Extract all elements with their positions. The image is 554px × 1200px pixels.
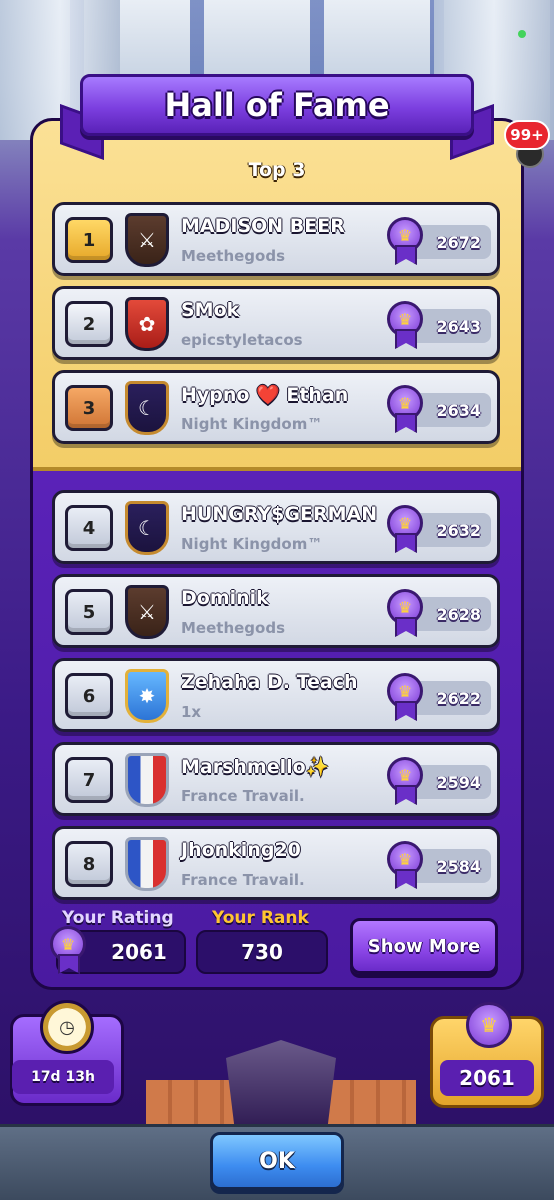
clan-name: France Travail. (181, 871, 305, 889)
player-name: Jhonking20 (181, 839, 301, 861)
bamboo-icon: ⚔ (125, 213, 169, 267)
leaderboard-row[interactable]: 5 ⚔ Dominik Meethegods 2628 ♛ (52, 574, 500, 648)
player-name: Dominik (181, 587, 269, 609)
clan-name: Night Kingdom™ (181, 535, 323, 553)
trophy-medal-icon: ♛ (387, 673, 427, 723)
trophy-medal-icon: ♛ (387, 301, 427, 351)
player-name: HUNGRY$GERMAN (181, 503, 378, 525)
season-time-left: 17d 13h (12, 1060, 114, 1094)
rank-number: 2 (65, 301, 113, 347)
clock-icon: ◷ (40, 1000, 94, 1054)
rank-number: 3 (65, 385, 113, 431)
trophy-medal-icon: ♛ (466, 1002, 512, 1048)
leaderboard-row[interactable]: 8 Jhonking20 France Travail. 2584 ♛ (52, 826, 500, 900)
rank-number: 5 (65, 589, 113, 635)
top3-label: Top 3 (248, 159, 306, 181)
bamboo-icon: ⚔ (125, 585, 169, 639)
flag-icon (125, 753, 169, 807)
leaderboard-row[interactable]: 7 Marshmello✨ France Travail. 2594 ♛ (52, 742, 500, 816)
trophy-medal-icon: ♛ (387, 757, 427, 807)
ok-button[interactable]: OK (210, 1132, 344, 1190)
your-rank-value: 730 (196, 930, 328, 974)
player-name: Zehaha D. Teach (181, 671, 358, 693)
show-more-button[interactable]: Show More (350, 918, 498, 974)
clan-name: Night Kingdom™ (181, 415, 323, 433)
your-rating-label: Your Rating (62, 908, 174, 928)
arena-crystal-icon (226, 1040, 336, 1130)
trophy-medal-icon: ♛ (387, 589, 427, 639)
clan-name: Meethegods (181, 247, 286, 265)
leaderboard-row[interactable]: 2 ✿ SMok epicstyletacos 2643 ♛ (52, 286, 500, 360)
trophy-medal-icon: ♛ (387, 217, 427, 267)
moon-icon: ☾ (125, 381, 169, 435)
title-banner: Hall of Fame (80, 74, 474, 136)
moon-icon: ☾ (125, 501, 169, 555)
leaderboard-row[interactable]: 6 ✸ Zehaha D. Teach 1x 2622 ♛ (52, 658, 500, 732)
your-rank-label: Your Rank (212, 908, 309, 928)
leaderboard-row[interactable]: 3 ☾ Hypno ❤️ Ethan Night Kingdom™ 2634 ♛ (52, 370, 500, 444)
star-icon: ✸ (125, 669, 169, 723)
player-name: MADISON BEER (181, 215, 345, 237)
leaderboard-row[interactable]: 4 ☾ HUNGRY$GERMAN Night Kingdom™ 2632 ♛ (52, 490, 500, 564)
status-dot (518, 30, 526, 38)
player-name: Marshmello✨ (181, 756, 330, 778)
rank-number: 7 (65, 757, 113, 803)
clan-name: Meethegods (181, 619, 286, 637)
page-title: Hall of Fame (164, 86, 390, 124)
fan-icon: ✿ (125, 297, 169, 351)
rank-number: 1 (65, 217, 113, 263)
notification-badge[interactable]: 99+ (504, 120, 550, 150)
clan-name: France Travail. (181, 787, 305, 805)
trophy-medal-icon: ♛ (387, 505, 427, 555)
rank-number: 8 (65, 841, 113, 887)
season-trophies: 2061 (440, 1060, 534, 1096)
trophy-medal-icon: ♛ (50, 926, 90, 976)
clan-name: 1x (181, 703, 202, 721)
player-name: Hypno ❤️ Ethan (181, 384, 349, 406)
trophy-medal-icon: ♛ (387, 841, 427, 891)
flag-icon (125, 837, 169, 891)
rank-number: 4 (65, 505, 113, 551)
clan-name: epicstyletacos (181, 331, 303, 349)
rank-number: 6 (65, 673, 113, 719)
player-name: SMok (181, 299, 240, 321)
leaderboard-row[interactable]: 1 ⚔ MADISON BEER Meethegods 2672 ♛ (52, 202, 500, 276)
trophy-medal-icon: ♛ (387, 385, 427, 435)
